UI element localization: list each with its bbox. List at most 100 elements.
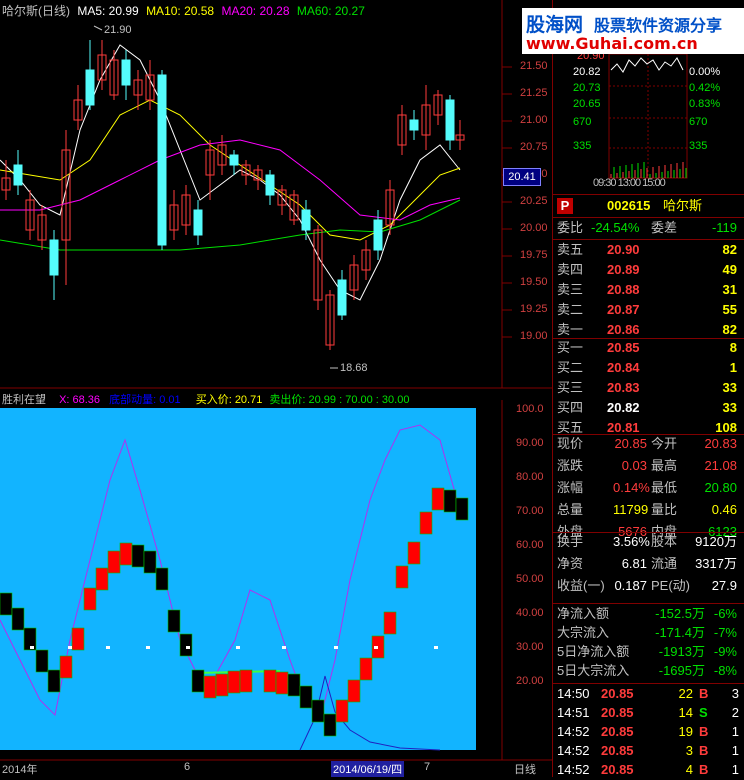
tick-price: 20.85	[601, 686, 634, 701]
candle-body	[157, 74, 167, 246]
ma-line	[0, 44, 461, 301]
bid-row[interactable]: 买四 20.82 33	[553, 398, 744, 418]
quote-panel: 20.82 20.73 20.65 670 335 0.00% 0.42% 0.83% 670…	[552, 0, 744, 777]
indicator-box	[443, 489, 457, 513]
bid-row[interactable]: 买三 20.83 33	[553, 378, 744, 398]
price-tick: 19.00	[520, 330, 548, 342]
bid-volume: 33	[722, 380, 737, 395]
tick-volume: 19	[678, 724, 693, 739]
indicator-box	[215, 673, 229, 697]
mini-left-tick: 20.73	[573, 82, 601, 94]
ask-row[interactable]: 卖四 20.89 49	[553, 260, 744, 280]
stock-name: 哈尔斯	[663, 198, 703, 213]
ask-price: 20.89	[607, 262, 640, 277]
indicator-box	[275, 671, 289, 695]
indicator-tick: 100.0	[516, 403, 544, 415]
indicator-box	[335, 699, 349, 723]
period-tab-daily[interactable]: 日线	[514, 761, 536, 777]
indicator-box	[107, 550, 121, 574]
indicator-box	[167, 609, 181, 633]
ask-row[interactable]: 卖一 20.86 82	[553, 320, 744, 340]
indicator-box	[47, 669, 61, 693]
stat-label: 流通	[651, 556, 678, 571]
candle-body	[337, 279, 347, 316]
stat-value: 20.85	[614, 436, 647, 451]
indicator-box	[455, 497, 469, 521]
kline-chart-area[interactable]: 哈尔斯(日线) MA5: 20.99 MA10: 20.58 MA20: 20.…	[0, 0, 552, 777]
bid-row[interactable]: 买二 20.84 1	[553, 358, 744, 378]
indicator-tick: 20.00	[516, 675, 544, 687]
stat-value: 20.83	[704, 436, 737, 451]
mini-right-tick: 0.42%	[689, 82, 721, 94]
price-tick: 20.25	[520, 195, 548, 207]
x-axis-start: 2014年	[2, 764, 38, 776]
indicator-box	[155, 567, 169, 591]
mini-chart-time-axis: 09:30 13:00 15:00	[593, 177, 666, 189]
bid-row[interactable]: 买一 20.85 8	[553, 338, 744, 358]
indicator-box	[11, 607, 25, 631]
indicator-box	[179, 633, 193, 657]
stat-value: 20.80	[704, 480, 737, 495]
mini-right-tick: 0.00%	[689, 66, 721, 78]
indicator-buy-price: 买入价: 20.71	[195, 394, 263, 406]
bid-label: 买一	[557, 340, 584, 355]
stat-row: 净资 6.81 流通 3317万	[553, 554, 744, 574]
stock-code: 002615	[607, 198, 651, 213]
indicator-sell-price: 卖出价: 20.99 : 70.00 : 30.00	[269, 394, 410, 406]
candle-body	[373, 219, 383, 251]
bid-price: 20.83	[607, 380, 640, 395]
stat-value: 0.03	[621, 458, 647, 473]
stat-label: 今开	[651, 436, 678, 451]
indicator-dot	[282, 646, 286, 649]
mini-left-tick: 335	[573, 140, 592, 152]
candle-body	[301, 209, 311, 231]
indicator-box	[119, 542, 133, 566]
indicator-box	[395, 565, 409, 589]
indicator-box	[227, 670, 241, 694]
indicator-dot	[146, 646, 150, 649]
commission-ratio: -24.54%	[591, 220, 640, 235]
stat-row: 换手 3.56% 股本 9120万	[553, 532, 744, 552]
p-badge[interactable]: P	[557, 198, 573, 214]
x-axis-month: 6	[184, 761, 191, 773]
candle-body	[229, 154, 239, 166]
indicator-box	[407, 541, 421, 565]
watermark-site: 股海网	[526, 14, 584, 36]
stat-label: 收益(一)	[557, 578, 605, 593]
ask-label: 卖二	[557, 302, 584, 317]
indicator-box	[263, 669, 277, 693]
tick-volume: 3	[685, 743, 693, 758]
indicator-box	[311, 699, 325, 723]
stat-value: 3.56%	[613, 534, 650, 549]
indicator-tick: 40.00	[516, 607, 544, 619]
flow-pct: -9%	[713, 644, 737, 659]
indicator-dot	[236, 646, 240, 649]
price-tick: 19.50	[520, 276, 548, 288]
flow-value: -1695万	[658, 663, 705, 678]
bid-price: 20.85	[607, 340, 640, 355]
indicator-tick: 60.00	[516, 539, 544, 551]
ma-line	[0, 139, 461, 221]
ask-row[interactable]: 卖二 20.87 55	[553, 300, 744, 320]
flow-row: 5日净流入额 -1913万 -9%	[553, 642, 744, 662]
tick-side: B	[699, 743, 709, 758]
ask-row[interactable]: 卖三 20.88 31	[553, 280, 744, 300]
indicator-box	[323, 713, 337, 737]
indicator-name: 胜利在望	[2, 394, 46, 406]
flow-pct: -6%	[713, 606, 737, 621]
tick-side: B	[699, 724, 709, 739]
stat-value: 0.46	[711, 502, 737, 517]
mini-right-tick: 670	[689, 116, 708, 128]
indicator-tick: 70.00	[516, 505, 544, 517]
stat-label: 总量	[557, 502, 584, 517]
indicator-dot	[68, 646, 72, 649]
price-tick: 19.75	[520, 249, 548, 261]
tick-count: 1	[731, 762, 739, 777]
tick-time: 14:52	[557, 724, 590, 739]
candle-body	[445, 99, 455, 141]
candle-body	[121, 59, 131, 86]
ask-row[interactable]: 卖五 20.90 82	[553, 240, 744, 260]
mini-left-tick: 20.82	[573, 66, 601, 78]
stat-label: 现价	[557, 436, 584, 451]
kline-svg	[0, 0, 552, 761]
